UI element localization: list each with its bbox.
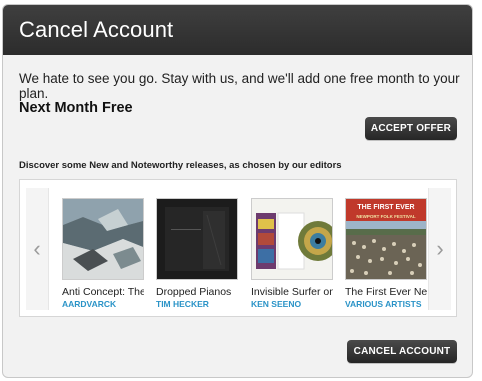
cancel-account-button[interactable]: CANCEL ACCOUNT	[347, 340, 457, 363]
album-card[interactable]: Anti Concept: The AARDVARCK	[62, 198, 144, 309]
album-title[interactable]: Anti Concept: The	[62, 286, 144, 298]
album-artist[interactable]: AARDVARCK	[62, 299, 144, 309]
album-cover[interactable]: THE FIRST EVER NEWPORT FOLK FESTIVAL	[345, 198, 427, 280]
cover-title-text: THE FIRST EVER	[357, 204, 414, 211]
album-cover[interactable]	[156, 198, 238, 280]
album-card[interactable]: Invisible Surfer on KEN SEENO	[251, 198, 333, 309]
album-artist[interactable]: TIM HECKER	[156, 299, 238, 309]
releases-carousel: ‹ Anti Concept: The AARDVARCK Dropped Pi…	[19, 179, 457, 317]
offer-title: Next Month Free	[19, 100, 133, 116]
dialog-title: Cancel Account	[19, 17, 174, 42]
cancel-account-dialog: Cancel Account We hate to see you go. St…	[2, 4, 473, 378]
chevron-right-icon[interactable]: ›	[428, 188, 451, 310]
album-cover[interactable]	[62, 198, 144, 280]
dialog-header: Cancel Account	[3, 5, 472, 55]
album-artist[interactable]: KEN SEENO	[251, 299, 333, 309]
album-card[interactable]: Dropped Pianos TIM HECKER	[156, 198, 238, 309]
album-title[interactable]: Invisible Surfer on	[251, 286, 333, 298]
intro-text: We hate to see you go. Stay with us, and…	[19, 71, 460, 101]
chevron-left-icon[interactable]: ‹	[26, 188, 49, 310]
album-artist[interactable]: VARIOUS ARTISTS	[345, 299, 427, 309]
album-cover[interactable]	[251, 198, 333, 280]
album-card[interactable]: THE FIRST EVER NEWPORT FOLK FESTIVAL The…	[345, 198, 427, 309]
discover-heading: Discover some New and Noteworthy release…	[19, 160, 342, 171]
album-title[interactable]: Dropped Pianos	[156, 286, 238, 298]
cover-subtitle-text: NEWPORT FOLK FESTIVAL	[356, 214, 415, 219]
accept-offer-button[interactable]: ACCEPT OFFER	[365, 117, 457, 140]
album-title[interactable]: The First Ever Ne	[345, 286, 427, 298]
